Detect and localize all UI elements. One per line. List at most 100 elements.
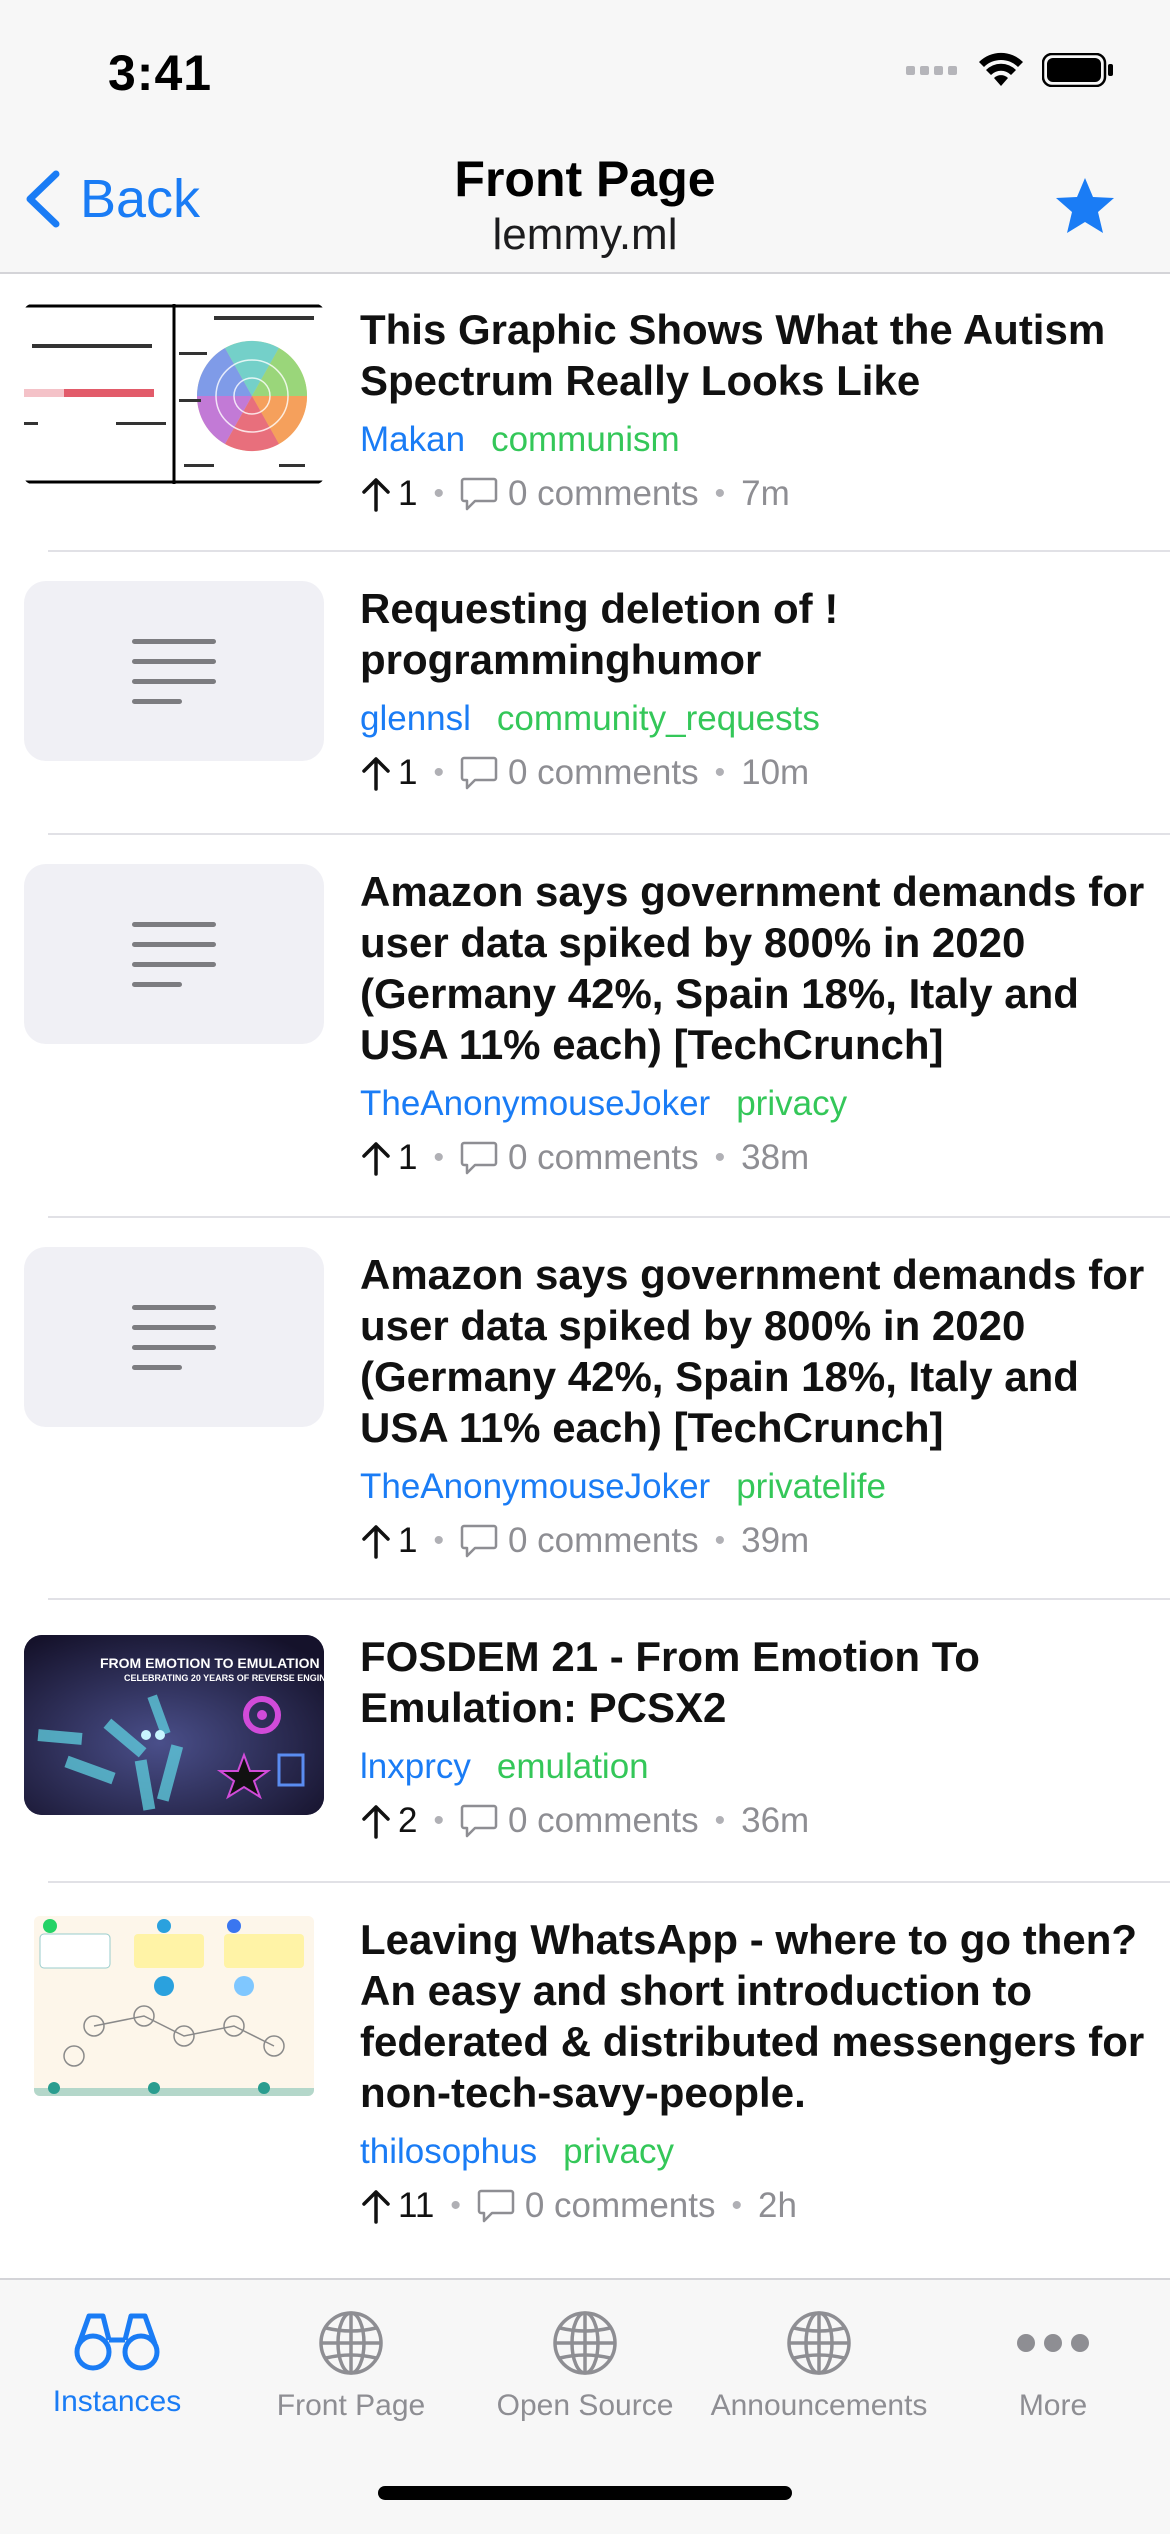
post-age: 7m — [741, 474, 790, 513]
separator-dot: • — [450, 2189, 461, 2222]
separator-dot: • — [714, 1141, 726, 1174]
binoculars-icon — [74, 2313, 160, 2371]
post-item[interactable]: Leaving WhatsApp - where to go then? An … — [0, 1882, 1170, 2265]
post-comments[interactable]: 0 comments — [508, 1801, 699, 1841]
thumb-heading: FROM EMOTION TO EMULATION — [100, 1655, 320, 1671]
post-item[interactable]: Requesting deletion of ! programminghumo… — [0, 551, 1170, 835]
tab-label: Announcements — [710, 2389, 928, 2422]
arrow-up-icon — [362, 478, 390, 512]
tab-front-page[interactable]: Front Page — [234, 2310, 468, 2423]
tab-announcements[interactable]: Announcements — [702, 2310, 936, 2423]
post-score[interactable]: 1 — [360, 753, 417, 793]
post-thumbnail[interactable] — [34, 1916, 314, 2096]
post-community[interactable]: emulation — [497, 1747, 649, 1787]
score-value: 2 — [398, 1801, 418, 1840]
status-time: 3:41 — [108, 45, 213, 101]
score-value: 1 — [398, 474, 418, 513]
separator-dot: • — [433, 756, 444, 789]
post-thumbnail[interactable] — [24, 1247, 324, 1427]
globe-icon — [787, 2311, 851, 2375]
post-comments[interactable]: 0 comments — [508, 753, 699, 793]
post-author[interactable]: TheAnonymouseJoker — [360, 1084, 710, 1124]
score-value: 1 — [398, 1138, 418, 1177]
post-comments[interactable]: 0 comments — [508, 474, 699, 514]
post-community[interactable]: communism — [491, 420, 680, 460]
post-title[interactable]: Leaving WhatsApp - where to go then? An … — [360, 1914, 1150, 2118]
text-post-icon — [132, 639, 216, 704]
post-score[interactable]: 2 — [360, 1801, 417, 1841]
post-age: 2h — [758, 2186, 797, 2225]
status-icons — [906, 52, 1114, 88]
post-author[interactable]: Makan — [360, 420, 465, 460]
post-comments[interactable]: 0 comments — [508, 1521, 699, 1561]
comment-icon — [477, 2189, 515, 2223]
post-community[interactable]: community_requests — [497, 699, 820, 739]
comment-icon — [460, 1141, 498, 1175]
autism-spectrum-graphic — [24, 304, 324, 484]
post-community[interactable]: privatelife — [736, 1467, 886, 1507]
separator-dot: • — [433, 1524, 444, 1557]
post-title[interactable]: Requesting deletion of ! programminghumo… — [360, 583, 1150, 685]
post-score[interactable]: 11 — [360, 2186, 434, 2226]
arrow-up-icon — [362, 2190, 390, 2224]
post-thumbnail[interactable] — [24, 864, 324, 1044]
post-feed[interactable]: This Graphic Shows What the Autism Spect… — [0, 274, 1170, 2265]
post-thumbnail[interactable] — [24, 581, 324, 761]
text-post-icon — [132, 1305, 216, 1370]
text-post-icon — [132, 922, 216, 987]
post-item[interactable]: Amazon says government demands for user … — [0, 1217, 1170, 1600]
separator-dot: • — [714, 1524, 726, 1557]
score-value: 1 — [398, 1521, 418, 1560]
post-score[interactable]: 1 — [360, 474, 417, 514]
post-title[interactable]: FOSDEM 21 - From Emotion To Emulation: P… — [360, 1631, 1150, 1733]
post-item[interactable]: This Graphic Shows What the Autism Spect… — [0, 274, 1170, 552]
messenger-infographic-image — [34, 1916, 314, 2096]
separator-dot: • — [433, 477, 444, 510]
post-author[interactable]: thilosophus — [360, 2132, 537, 2172]
tab-label: Front Page — [276, 2389, 426, 2422]
post-author[interactable]: TheAnonymouseJoker — [360, 1467, 710, 1507]
separator-dot: • — [433, 1141, 444, 1174]
post-comments[interactable]: 0 comments — [508, 1138, 699, 1178]
post-author[interactable]: glennsl — [360, 699, 471, 739]
ellipsis-icon — [1017, 2334, 1089, 2352]
post-thumbnail[interactable] — [24, 304, 324, 484]
comment-icon — [460, 1804, 498, 1838]
post-community[interactable]: privacy — [563, 2132, 674, 2172]
comment-icon — [460, 477, 498, 511]
post-community[interactable]: privacy — [736, 1084, 847, 1124]
post-score[interactable]: 1 — [360, 1521, 417, 1561]
comment-icon — [460, 1524, 498, 1558]
comment-icon — [460, 756, 498, 790]
home-indicator[interactable] — [378, 2486, 792, 2500]
post-age: 38m — [741, 1138, 810, 1177]
separator-dot: • — [731, 2189, 742, 2222]
separator-dot: • — [714, 477, 726, 510]
cellular-signal-icon — [906, 66, 957, 75]
favorite-button[interactable] — [1054, 176, 1116, 241]
star-icon — [1056, 178, 1114, 233]
post-age: 36m — [741, 1801, 810, 1840]
separator-dot: • — [433, 1804, 444, 1837]
post-title[interactable]: Amazon says government demands for user … — [360, 866, 1150, 1070]
post-thumbnail[interactable]: FROM EMOTION TO EMULATION CELEBRATING 20… — [24, 1635, 324, 1815]
post-score[interactable]: 1 — [360, 1138, 417, 1178]
post-item[interactable]: Amazon says government demands for user … — [0, 834, 1170, 1218]
top-bar: 3:41 Back Front Page lemmy.ml — [0, 0, 1170, 274]
tab-label: Open Source — [496, 2389, 674, 2422]
tab-open-source[interactable]: Open Source — [468, 2310, 702, 2423]
post-title[interactable]: This Graphic Shows What the Autism Spect… — [360, 304, 1150, 406]
arrow-up-icon — [362, 1805, 390, 1839]
tab-more[interactable]: More — [936, 2310, 1170, 2423]
score-value: 11 — [398, 2186, 435, 2225]
post-comments[interactable]: 0 comments — [525, 2186, 716, 2226]
post-item[interactable]: FROM EMOTION TO EMULATION CELEBRATING 20… — [0, 1599, 1170, 1883]
page-title: Front Page — [454, 151, 716, 207]
post-title[interactable]: Amazon says government demands for user … — [360, 1249, 1150, 1453]
tab-instances[interactable]: Instances — [0, 2310, 234, 2419]
score-value: 1 — [398, 753, 418, 792]
wifi-icon — [979, 52, 1023, 86]
post-author[interactable]: lnxprcy — [360, 1747, 471, 1787]
globe-icon — [319, 2311, 383, 2375]
separator-dot: • — [714, 1804, 726, 1837]
